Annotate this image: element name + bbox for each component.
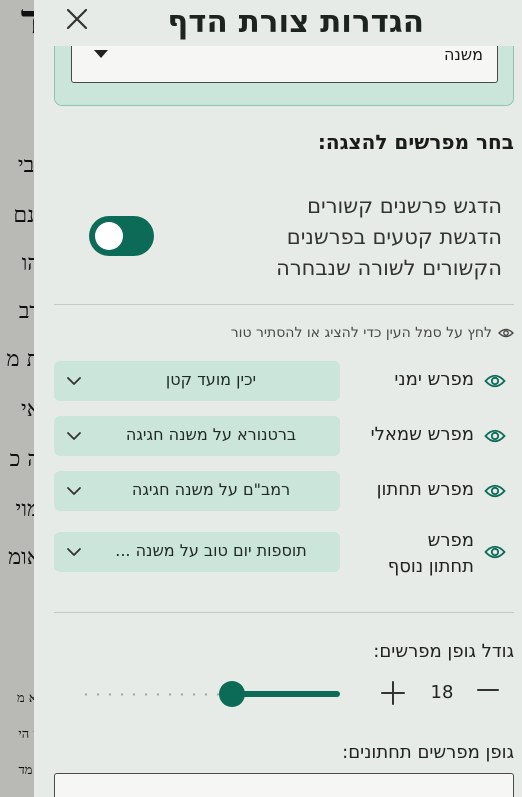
panel-title: הגדרות צורת הדף xyxy=(167,4,424,40)
eye-toggle-button[interactable] xyxy=(484,372,506,390)
commentary-dropdown[interactable]: רמב"ם על משנה חגיגה xyxy=(54,471,340,511)
commentary-label: מפרש ימני xyxy=(394,369,474,390)
chevron-down-icon xyxy=(67,487,81,495)
commentary-dropdown[interactable]: יכין מועד קטן xyxy=(54,361,340,401)
commentary-value: תוספות יום טוב על משנה ... xyxy=(115,541,307,560)
commentary-value: רמב"ם על משנה חגיגה xyxy=(131,480,291,499)
eye-toggle-button[interactable] xyxy=(484,543,506,561)
increase-font-button[interactable] xyxy=(380,680,406,706)
eye-toggle-button[interactable] xyxy=(484,427,506,445)
chevron-down-icon xyxy=(67,377,81,385)
hint-text: לחץ על סמל העין כדי להציג או להסתיר טור xyxy=(231,325,514,341)
commentary-label: מפרש תחתון xyxy=(376,479,474,500)
commentary-row-bottom-extra: מפרש תחתון נוסף תוספות יום טוב על משנה .… xyxy=(54,530,514,577)
page-layout-settings-panel: משנה הגדרות צורת הדף בחר מפרשים להצגה: ה… xyxy=(34,0,522,797)
chevron-down-icon xyxy=(67,432,81,440)
highlight-description: הדגשת קטעים בפרשנים הקשורים לשורה שנבחרה xyxy=(276,225,502,280)
commentary-value: יכין מועד קטן xyxy=(165,370,257,389)
commentary-row-bottom: מפרש תחתון רמב"ם על משנה חגיגה xyxy=(54,471,514,511)
chevron-down-icon xyxy=(67,548,81,556)
divider xyxy=(54,612,514,613)
font-size-label: גודל גופן מפרשים: xyxy=(373,641,514,662)
footer-font-select[interactable] xyxy=(54,773,514,797)
slider-tick xyxy=(96,693,100,696)
close-button[interactable] xyxy=(64,6,90,32)
slider-tick xyxy=(84,693,88,696)
commentary-label: מפרש שמאלי xyxy=(370,424,474,445)
eye-icon xyxy=(484,374,506,388)
eye-icon xyxy=(484,429,506,443)
highlight-toggle-text: הדגש פרשנים קשורים הדגשת קטעים בפרשנים ה… xyxy=(222,191,502,284)
font-size-slider[interactable] xyxy=(84,678,340,710)
slider-tick xyxy=(144,693,148,696)
source-select-value: משנה xyxy=(443,45,483,64)
slider-tick xyxy=(156,693,160,696)
footer-font-label: גופן מפרשים תחתונים: xyxy=(342,742,514,763)
hint-label: לחץ על סמל העין כדי להציג או להסתיר טור xyxy=(230,325,492,341)
section-heading: בחר מפרשים להצגה: xyxy=(317,130,514,154)
slider-tick xyxy=(192,693,196,696)
commentary-row-left: מפרש שמאלי ברטנורא על משנה חגיגה xyxy=(54,416,514,456)
commentary-value: ברטנורא על משנה חגיגה xyxy=(125,425,297,444)
slider-tick xyxy=(204,693,208,696)
slider-tick xyxy=(180,693,184,696)
dropdown-arrow-icon xyxy=(94,50,108,58)
panel-header: הגדרות צורת הדף xyxy=(34,0,522,46)
slider-tick xyxy=(120,693,124,696)
commentary-dropdown[interactable]: תוספות יום טוב על משנה ... xyxy=(54,532,340,572)
eye-icon xyxy=(484,545,506,559)
plus-icon xyxy=(381,681,405,705)
font-size-value: 18 xyxy=(430,682,454,703)
commentary-label: מפרש תחתון נוסף xyxy=(387,530,474,577)
slider-thumb[interactable] xyxy=(219,681,246,707)
toggle-knob xyxy=(95,222,123,250)
slider-tick xyxy=(168,693,172,696)
slider-fill xyxy=(232,691,340,697)
eye-toggle-button[interactable] xyxy=(484,482,506,500)
slider-tick xyxy=(132,693,136,696)
eye-icon xyxy=(484,484,506,498)
highlight-title: הדגש פרשנים קשורים xyxy=(307,194,502,218)
highlight-toggle[interactable] xyxy=(89,216,154,256)
close-icon xyxy=(66,8,88,30)
slider-tick xyxy=(108,693,112,696)
eye-icon xyxy=(498,328,514,338)
commentary-dropdown[interactable]: ברטנורא על משנה חגיגה xyxy=(54,416,340,456)
commentary-row-right: מפרש ימני יכין מועד קטן xyxy=(54,361,514,401)
divider xyxy=(54,304,514,305)
decrease-font-button[interactable] xyxy=(476,678,500,702)
minus-icon xyxy=(477,689,499,691)
